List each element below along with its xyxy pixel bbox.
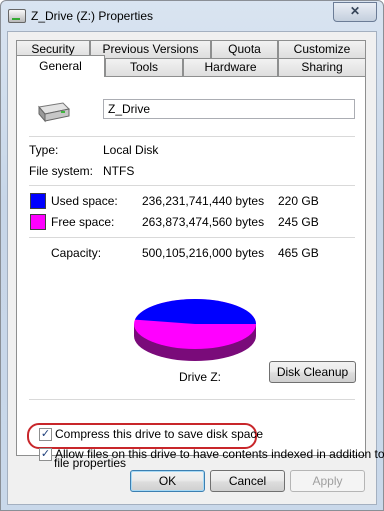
divider — [29, 399, 355, 400]
used-space-label: Used space: — [51, 194, 118, 208]
tab-quota[interactable]: Quota — [211, 40, 278, 58]
capacity-label: Capacity: — [51, 246, 102, 260]
free-space-size: 245 GB — [278, 215, 319, 229]
free-space-label: Free space: — [51, 215, 115, 229]
divider — [29, 237, 355, 238]
free-space-color-swatch — [30, 214, 46, 230]
drive-icon — [8, 9, 26, 23]
hard-drive-icon — [38, 102, 71, 123]
cancel-button[interactable]: Cancel — [210, 470, 285, 492]
used-space-size: 220 GB — [278, 194, 319, 208]
compress-checkbox[interactable]: ✓ — [39, 428, 52, 441]
capacity-size: 465 GB — [278, 246, 319, 260]
free-space-bytes: 263,873,474,560 bytes — [142, 215, 265, 229]
type-label: Type: — [29, 143, 59, 157]
drive-name-input[interactable] — [103, 99, 355, 119]
checkmark-icon: ✓ — [40, 428, 51, 440]
close-button[interactable]: ✕ — [333, 2, 377, 22]
tab-customize[interactable]: Customize — [278, 40, 366, 58]
file-system-value: NTFS — [103, 164, 135, 178]
capacity-bytes: 500,105,216,000 bytes — [142, 246, 265, 260]
divider — [29, 136, 355, 137]
disk-usage-pie-chart — [134, 298, 256, 361]
pie-slice-used — [134, 298, 256, 324]
ok-button[interactable]: OK — [130, 470, 205, 492]
general-tab-panel: Type: Local Disk File system: NTFS Used … — [16, 76, 384, 461]
tab-general[interactable]: General — [16, 55, 105, 77]
file-system-label: File system: — [29, 164, 94, 178]
used-space-bytes: 236,231,741,440 bytes — [142, 194, 265, 208]
title-bar[interactable]: Z_Drive (Z:) Properties ✕ — [1, 1, 383, 31]
tab-previous-versions[interactable]: Previous Versions — [90, 40, 211, 58]
disk-cleanup-button[interactable]: Disk Cleanup — [269, 361, 356, 383]
apply-button[interactable]: Apply — [290, 470, 365, 492]
compress-label[interactable]: Compress this drive to save disk space — [55, 427, 263, 441]
index-checkbox[interactable]: ✓ — [39, 448, 52, 461]
dialog-client-area: Security Previous Versions Quota Customi… — [7, 31, 384, 505]
tab-hardware[interactable]: Hardware — [183, 58, 278, 76]
window-title: Z_Drive (Z:) Properties — [31, 9, 154, 23]
used-space-color-swatch — [30, 193, 46, 209]
tab-sharing[interactable]: Sharing — [278, 58, 366, 76]
type-value: Local Disk — [103, 143, 159, 157]
tab-tools[interactable]: Tools — [105, 58, 183, 76]
drive-letter-label: Drive Z: — [179, 370, 221, 384]
index-label-line2[interactable]: file properties — [54, 456, 126, 470]
properties-window: Z_Drive (Z:) Properties ✕ Security Previ… — [0, 0, 384, 511]
checkmark-icon: ✓ — [40, 448, 51, 460]
divider — [29, 185, 355, 186]
